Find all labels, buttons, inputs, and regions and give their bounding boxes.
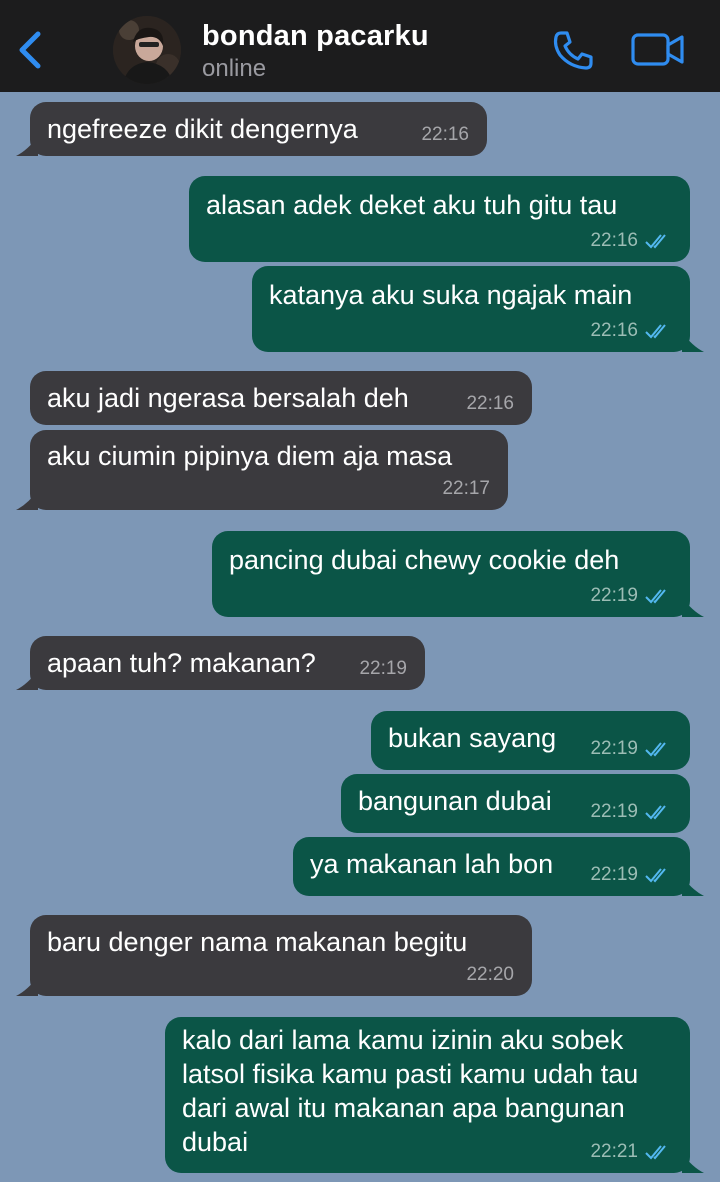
message-time: 22:19 <box>590 585 638 606</box>
message-meta: 22:16 <box>421 124 469 146</box>
phone-icon <box>553 31 593 70</box>
double-check-icon <box>645 234 666 249</box>
bubble-tail <box>682 332 704 352</box>
message-text: baru denger nama makanan begitu <box>47 927 468 957</box>
message-text: katanya aku suka ngajak main <box>269 280 633 310</box>
message-text: ngefreeze dikit dengernya <box>47 114 358 144</box>
message-time: 22:19 <box>359 658 407 679</box>
video-camera-icon <box>631 33 684 66</box>
double-check-icon <box>645 589 666 604</box>
message-text: bukan sayang <box>388 723 557 753</box>
bubble-tail <box>16 490 38 510</box>
bubble-tail <box>682 876 704 896</box>
message-meta: 22:16 <box>466 393 514 415</box>
message-bubble-outgoing[interactable]: pancing dubai chewy cookie deh 22:19 <box>212 531 704 617</box>
message-time: 22:16 <box>590 230 638 251</box>
message-bubble-outgoing[interactable]: bukan sayang 22:19 <box>371 711 690 770</box>
bubble-tail <box>682 597 704 617</box>
double-check-icon <box>645 868 666 883</box>
message-time: 22:16 <box>466 393 514 414</box>
message-text: aku ciumin pipinya diem aja masa <box>47 441 453 471</box>
message-time: 22:19 <box>590 801 638 822</box>
message-time: 22:16 <box>590 320 638 341</box>
message-text: ya makanan lah bon <box>310 849 554 879</box>
message-text: apaan tuh? makanan? <box>47 648 316 678</box>
message-time: 22:19 <box>590 738 638 759</box>
double-check-icon <box>645 742 666 757</box>
double-check-icon <box>645 805 666 820</box>
bubble-tail <box>16 136 38 156</box>
message-time: 22:21 <box>590 1141 638 1162</box>
message-bubble-outgoing[interactable]: ya makanan lah bon 22:19 <box>293 837 704 896</box>
message-meta: 22:20 <box>466 964 514 986</box>
message-bubble-incoming[interactable]: ngefreeze dikit dengernya 22:16 <box>16 102 487 156</box>
message-meta: 22:19 <box>590 801 672 823</box>
message-meta: 22:17 <box>442 478 490 500</box>
message-meta: 22:19 <box>590 738 672 760</box>
contact-name[interactable]: bondan pacarku <box>202 20 429 53</box>
bubble-tail <box>16 670 38 690</box>
message-meta: 22:16 <box>590 230 672 252</box>
double-check-icon <box>645 1145 666 1160</box>
chevron-left-icon <box>19 31 41 69</box>
message-text: alasan adek deket aku tuh gitu tau <box>206 190 618 220</box>
avatar[interactable] <box>113 16 181 84</box>
message-bubble-outgoing[interactable]: alasan adek deket aku tuh gitu tau 22:16 <box>189 176 690 262</box>
contact-photo <box>113 16 181 84</box>
video-call-button[interactable] <box>630 30 686 70</box>
message-meta: 22:21 <box>590 1141 672 1163</box>
message-bubble-outgoing[interactable]: kalo dari lama kamu izinin aku sobek lat… <box>165 1017 704 1173</box>
message-bubble-outgoing[interactable]: bangunan dubai 22:19 <box>341 774 690 833</box>
double-check-icon <box>645 324 666 339</box>
message-bubble-outgoing[interactable]: katanya aku suka ngajak main 22:16 <box>252 266 704 352</box>
chat-header: bondan pacarku online <box>0 0 720 92</box>
message-time: 22:16 <box>421 124 469 145</box>
message-meta: 22:19 <box>590 585 672 607</box>
message-meta: 22:16 <box>590 320 672 342</box>
message-bubble-incoming[interactable]: baru denger nama makanan begitu 22:20 <box>16 915 532 996</box>
contact-status: online <box>202 55 267 82</box>
message-time: 22:19 <box>590 864 638 885</box>
message-bubble-incoming[interactable]: aku jadi ngerasa bersalah deh 22:16 <box>30 371 532 425</box>
back-button[interactable] <box>14 28 48 72</box>
bubble-tail <box>16 976 38 996</box>
message-meta: 22:19 <box>359 658 407 680</box>
message-text: bangunan dubai <box>358 786 552 816</box>
message-meta: 22:19 <box>590 864 672 886</box>
message-bubble-incoming[interactable]: apaan tuh? makanan? 22:19 <box>16 636 425 690</box>
message-time: 22:20 <box>466 964 514 985</box>
message-text: kalo dari lama kamu izinin aku sobek lat… <box>182 1025 639 1157</box>
call-button[interactable] <box>548 28 596 72</box>
message-text: aku jadi ngerasa bersalah deh <box>47 383 409 413</box>
message-text: pancing dubai chewy cookie deh <box>229 545 620 575</box>
message-bubble-incoming[interactable]: aku ciumin pipinya diem aja masa 22:17 <box>16 430 508 510</box>
message-time: 22:17 <box>442 478 490 499</box>
bubble-tail <box>682 1153 704 1173</box>
